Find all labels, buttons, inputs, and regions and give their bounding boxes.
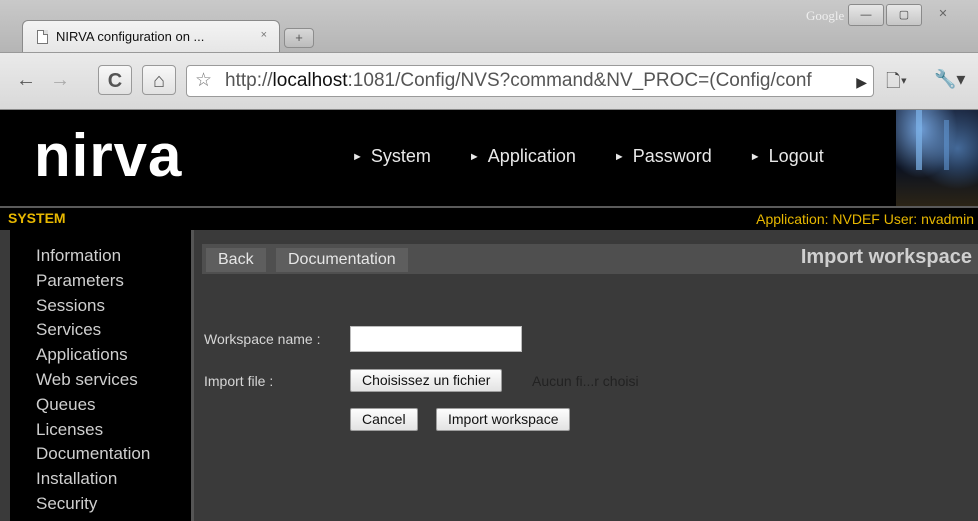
reload-icon[interactable]: C [98, 65, 132, 95]
nav-application[interactable]: ► Application [469, 146, 576, 167]
sidebar-item-applications[interactable]: Applications [36, 343, 191, 368]
session-info: Application: NVDEF User: nvadmin [756, 211, 974, 227]
triangle-icon: ► [468, 151, 480, 163]
forward-arrow-icon[interactable]: → [50, 65, 70, 95]
section-bar: SYSTEM Application: NVDEF User: nvadmin [0, 206, 978, 230]
back-arrow-icon[interactable]: ← [16, 65, 36, 95]
maximize-button[interactable]: ▢ [886, 4, 922, 26]
sidebar-item-services[interactable]: Services [36, 318, 191, 343]
url-host: localhost [272, 70, 348, 91]
documentation-button[interactable]: Documentation [276, 248, 408, 272]
minimize-button[interactable]: — [848, 4, 884, 26]
url-rest: :1081/Config/NVS?command&NV_PROC=(Config… [347, 70, 812, 91]
cancel-button[interactable]: Cancel [350, 408, 418, 431]
page-title: Import workspace [800, 246, 972, 268]
go-arrow-icon[interactable]: ▶ [856, 67, 867, 96]
nav-logout[interactable]: ► Logout [750, 146, 824, 167]
choose-file-button[interactable]: Choisissez un fichier [350, 369, 503, 392]
sidebar-item-queues[interactable]: Queues [36, 393, 191, 418]
tab-close-icon[interactable]: × [261, 29, 267, 41]
address-bar[interactable]: ☆ http://localhost:1081/Config/NVS?comma… [186, 65, 874, 97]
back-button[interactable]: Back [206, 248, 266, 272]
sidebar-item-parameters[interactable]: Parameters [36, 269, 191, 294]
sidebar-item-security[interactable]: Security [36, 492, 191, 517]
import-file-label: Import file : [204, 373, 274, 389]
triangle-icon: ► [613, 151, 625, 163]
close-window-button[interactable]: ✕ [924, 4, 962, 26]
browser-toolbar: ← → C ⌂ ☆ http://localhost:1081/Config/N… [0, 52, 978, 110]
sidebar-item-installation[interactable]: Installation [36, 467, 191, 492]
star-icon[interactable]: ☆ [195, 66, 212, 96]
site-header: nirva ► System ► Application ► Password ► Lo… [0, 110, 978, 206]
logo: nirva [34, 122, 183, 189]
section-title: SYSTEM [8, 210, 66, 226]
nav-system[interactable]: ► System [352, 146, 431, 167]
new-tab-button[interactable]: + [284, 28, 314, 48]
sidebar: Information Parameters Sessions Services… [10, 230, 194, 521]
wrench-icon[interactable]: 🔧▾ [934, 69, 965, 90]
tab-title: NIRVA configuration on ... [56, 29, 205, 44]
url-prefix: http:// [225, 70, 273, 91]
sidebar-item-documentation[interactable]: Documentation [36, 442, 191, 467]
workspace-name-input[interactable] [350, 326, 522, 352]
workspace-name-label: Workspace name : [204, 331, 321, 347]
sidebar-item-web-services[interactable]: Web services [36, 368, 191, 393]
browser-brand: Google [806, 8, 845, 23]
triangle-icon: ► [352, 151, 363, 163]
page-icon [37, 29, 48, 44]
sidebar-item-licenses[interactable]: Licenses [36, 418, 191, 443]
main-content: Back Documentation Import workspace Work… [194, 230, 978, 521]
import-workspace-button[interactable]: Import workspace [436, 408, 571, 431]
sidebar-menu: Information Parameters Sessions Services… [10, 230, 191, 517]
page-menu-icon[interactable]: 🗋▾ [886, 69, 907, 99]
window-controls: — ▢ ✕ [848, 4, 962, 26]
action-bar: Back Documentation Import workspace [202, 244, 978, 274]
sidebar-item-information[interactable]: Information [36, 244, 191, 269]
triangle-icon: ► [749, 151, 761, 163]
file-status: Aucun fi...r choisi [532, 373, 639, 389]
browser-tab[interactable]: NIRVA configuration on ... × [22, 20, 280, 52]
header-photo [896, 110, 978, 206]
sidebar-item-sessions[interactable]: Sessions [36, 294, 191, 319]
home-icon[interactable]: ⌂ [142, 65, 176, 95]
nav-password[interactable]: ► Password [614, 146, 712, 167]
top-navigation: ► System ► Application ► Password ► Logout [352, 146, 862, 167]
